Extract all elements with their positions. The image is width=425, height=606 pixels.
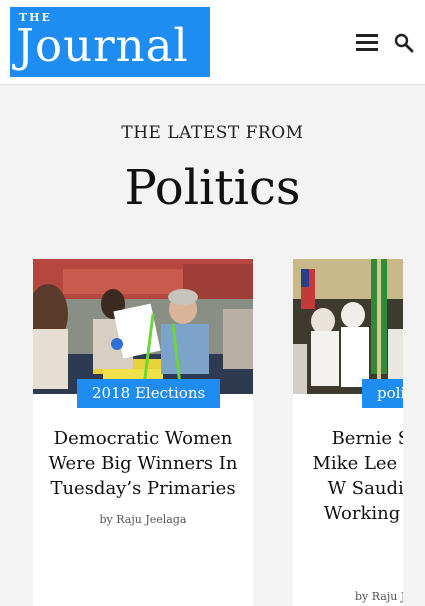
menu-icon[interactable] [356,34,378,52]
article-card[interactable]: 2018 Elections Democratic Women Were Big… [33,259,253,606]
site-header: THE Journal [0,0,425,85]
article-headline[interactable]: Democratic Women Were Big Winners In Tue… [47,426,239,501]
article-byline: by Raju J [355,590,403,603]
article-headline[interactable]: Bernie San Mike Lee Fight W Saudis. T Wo… [307,426,403,526]
article-photo[interactable] [33,259,253,394]
category-badge[interactable]: poli [362,379,403,408]
article-byline: by Raju Jeelaga [99,513,187,526]
article-card[interactable]: poli Bernie San Mike Lee Fight W Saudis.… [293,259,403,606]
search-icon[interactable] [394,33,414,53]
category-badge[interactable]: 2018 Elections [77,379,221,408]
article-photo[interactable] [293,259,403,394]
logo-journal: Journal [16,19,189,72]
section-title: Politics [124,160,301,216]
section-kicker: THE LATEST FROM [121,123,304,143]
site-logo[interactable]: THE Journal [10,7,210,77]
